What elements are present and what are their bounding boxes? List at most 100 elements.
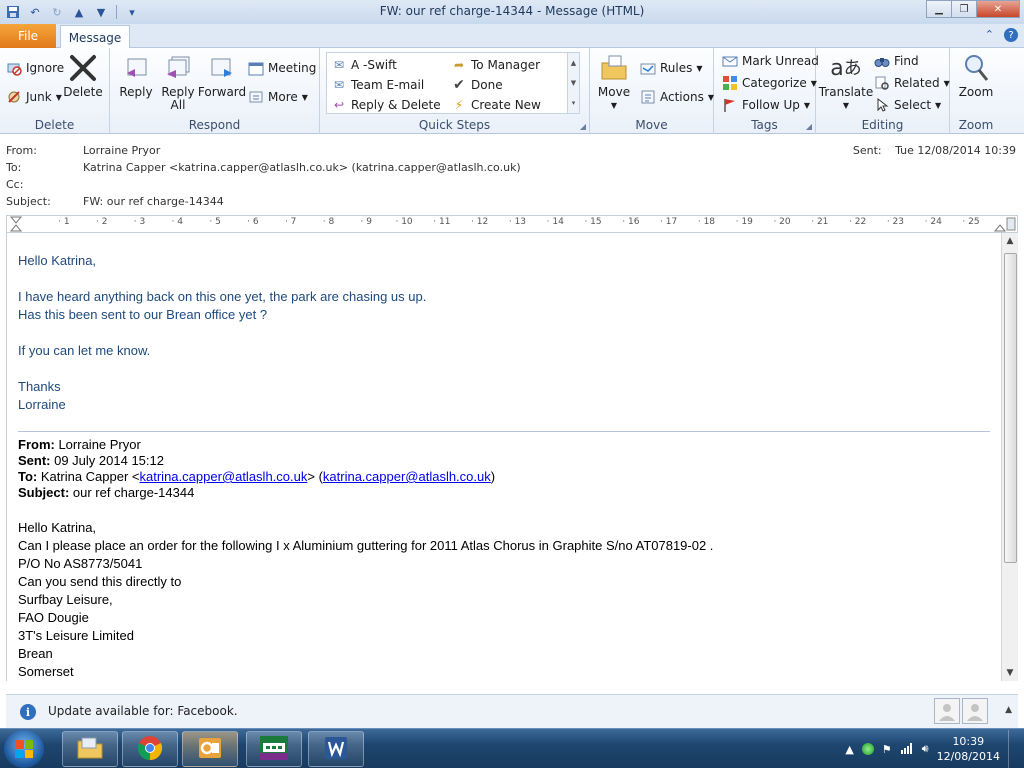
- scroll-up-arrow-icon[interactable]: ▲: [1002, 233, 1018, 249]
- chrome-task-button[interactable]: [122, 731, 178, 767]
- delete-group: Ignore Junk ▼ Delete Delete: [0, 48, 110, 134]
- zoom-group: Zoom Zoom: [950, 48, 1002, 134]
- minimize-button[interactable]: ▁: [926, 0, 952, 18]
- reply-greeting: Hello Katrina,: [18, 253, 97, 268]
- zoom-button[interactable]: Zoom: [956, 52, 996, 99]
- delete-button[interactable]: Delete: [62, 52, 104, 99]
- scroll-down-arrow-icon[interactable]: ▼: [1002, 665, 1018, 681]
- ruler-number: · 9: [360, 217, 372, 227]
- follow-up-button[interactable]: Follow Up ▼: [722, 97, 810, 113]
- clock[interactable]: 10:39 12/08/2014: [937, 734, 1000, 764]
- reply-line-1: I have heard anything back on this one y…: [18, 289, 427, 304]
- delete-x-icon: [67, 52, 99, 84]
- quickstep-team-email[interactable]: ✉ Team E-mail: [331, 77, 424, 93]
- sent-info: Sent: Tue 12/08/2014 10:39: [853, 144, 1016, 157]
- select-button[interactable]: Select ▼: [874, 97, 941, 113]
- ignore-button[interactable]: Ignore: [6, 60, 64, 76]
- outlook-task-button[interactable]: [182, 731, 238, 767]
- to-label: To:: [6, 161, 22, 174]
- tab-message[interactable]: Message: [60, 25, 130, 49]
- categorize-button[interactable]: Categorize ▼: [722, 75, 817, 91]
- tags-group: Mark Unread Categorize ▼ Follow Up ▼ Tag…: [714, 48, 819, 134]
- related-button[interactable]: Related ▼: [874, 75, 950, 91]
- ignore-icon: [6, 60, 22, 76]
- dialog-launcher-icon[interactable]: ◢: [580, 122, 586, 131]
- junk-button[interactable]: Junk ▼: [6, 89, 62, 105]
- magnifier-icon: [960, 52, 992, 84]
- meeting-button[interactable]: Meeting: [248, 60, 316, 76]
- orig-sent-line: Sent: 09 July 2014 15:12: [18, 453, 164, 468]
- from-value[interactable]: Lorraine Pryor: [83, 144, 160, 157]
- start-button[interactable]: [4, 730, 44, 768]
- forward-button[interactable]: Forward: [198, 52, 246, 99]
- quick-steps-scroll[interactable]: ▲ ▼ ▾: [567, 53, 579, 113]
- reply-button[interactable]: Reply: [116, 52, 156, 99]
- orig-body-line: Somerset: [18, 664, 74, 679]
- message-body[interactable]: Hello Katrina, I have heard anything bac…: [6, 233, 1002, 681]
- orig-to-email-link[interactable]: katrina.capper@atlaslh.co.uk: [140, 469, 308, 484]
- update-notice[interactable]: Update available for: Facebook.: [48, 704, 238, 718]
- vertical-scrollbar[interactable]: ▲ ▼: [1001, 233, 1018, 681]
- find-button[interactable]: Find: [874, 53, 919, 69]
- scroll-down-icon[interactable]: ▼: [571, 79, 576, 87]
- move-dropdown-icon: ▼: [610, 101, 618, 110]
- mark-unread-button[interactable]: Mark Unread: [722, 53, 819, 69]
- editing-group-label: Editing: [861, 118, 904, 132]
- quickstep-done[interactable]: ✔ Done: [451, 77, 502, 93]
- ruler[interactable]: · 1 · 2 · 3 · 4 · 5 · 6 · 7 · 8 · 9 · 10 · 11 · 12 ·…: [6, 215, 1018, 233]
- action-center-flag-icon[interactable]: ⚑: [882, 743, 892, 756]
- title-bar: ↶ ↻ ▲ ▼ ▾ FW: our ref charge-14344 - Mes…: [0, 0, 1024, 24]
- volume-icon[interactable]: 🔊︎: [922, 742, 929, 756]
- quickstep-create-new[interactable]: ⚡ Create New: [451, 97, 541, 113]
- reply-all-button[interactable]: Reply All: [158, 52, 198, 112]
- ribbon-controls: ⌃ ?: [985, 28, 1018, 42]
- maximize-button[interactable]: ❐: [951, 0, 977, 18]
- scroll-up-icon[interactable]: ▲: [571, 59, 576, 67]
- quickstep-to-manager[interactable]: ➦ To Manager: [451, 57, 540, 73]
- actions-button[interactable]: Actions ▼: [640, 89, 714, 105]
- move-button[interactable]: Move ▼: [596, 52, 632, 112]
- quickstep-a-swift[interactable]: ✉ A -Swift: [331, 57, 397, 73]
- sage-task-button[interactable]: [246, 731, 302, 767]
- people-pictures: [934, 698, 988, 724]
- scroll-thumb[interactable]: [1004, 253, 1017, 563]
- word-task-button[interactable]: [308, 731, 364, 767]
- show-desktop-button[interactable]: [1008, 730, 1018, 768]
- minimize-ribbon-icon[interactable]: ⌃: [985, 28, 994, 42]
- explorer-task-button[interactable]: [62, 731, 118, 767]
- help-icon[interactable]: ?: [1004, 28, 1018, 42]
- orig-body-line: Can you send this directly to: [18, 574, 182, 589]
- orig-body-line: FAO Dougie: [18, 610, 89, 625]
- quickstep-reply-delete[interactable]: ↩ Reply & Delete: [331, 97, 441, 113]
- tags-dialog-launcher-icon[interactable]: ◢: [806, 122, 812, 131]
- tab-file[interactable]: File: [0, 24, 56, 48]
- subject-label: Subject:: [6, 195, 51, 208]
- close-button[interactable]: ✕: [976, 0, 1020, 18]
- folder-icon: [76, 736, 104, 763]
- expand-gallery-icon[interactable]: ▾: [572, 99, 576, 107]
- cc-label: Cc:: [6, 178, 24, 191]
- green-status-icon[interactable]: [861, 743, 874, 755]
- ruler-number: · 13: [508, 217, 527, 227]
- ribbon: Ignore Junk ▼ Delete Delete Reply Reply …: [0, 48, 1024, 134]
- translate-button[interactable]: aあ Translate ▼: [819, 52, 874, 112]
- envelope-icon: [722, 53, 738, 69]
- more-respond-button[interactable]: More ▼: [248, 89, 308, 105]
- person-placeholder-icon[interactable]: [934, 698, 960, 724]
- reply-all-icon: [162, 52, 194, 84]
- editing-group: aあ Translate ▼ Find Related ▼ Select ▼ E…: [816, 48, 950, 134]
- subject-value: FW: our ref charge-14344: [83, 195, 224, 208]
- expand-people-pane-icon[interactable]: ▲: [1005, 705, 1012, 715]
- person-placeholder-icon[interactable]: [962, 698, 988, 724]
- respond-group: Reply Reply All Forward Meeting More ▼ R…: [110, 48, 320, 134]
- show-hidden-icons-icon[interactable]: ▲: [845, 743, 853, 756]
- quick-steps-group: ✉ A -Swift ➦ To Manager ✉ Team E-mail ✔ …: [320, 48, 590, 134]
- rules-button[interactable]: Rules ▼: [640, 60, 703, 76]
- network-icon[interactable]: [900, 742, 914, 757]
- more-icon: [248, 89, 264, 105]
- sent-label: Sent:: [852, 144, 882, 157]
- ruler-number: · 11: [433, 217, 451, 227]
- orig-to-email-link-2[interactable]: katrina.capper@atlaslh.co.uk: [323, 469, 491, 484]
- system-tray: ▲ ⚑ 🔊︎ 10:39 12/08/2014: [845, 729, 1018, 768]
- to-value[interactable]: Katrina Capper <katrina.capper@atlaslh.c…: [83, 161, 521, 174]
